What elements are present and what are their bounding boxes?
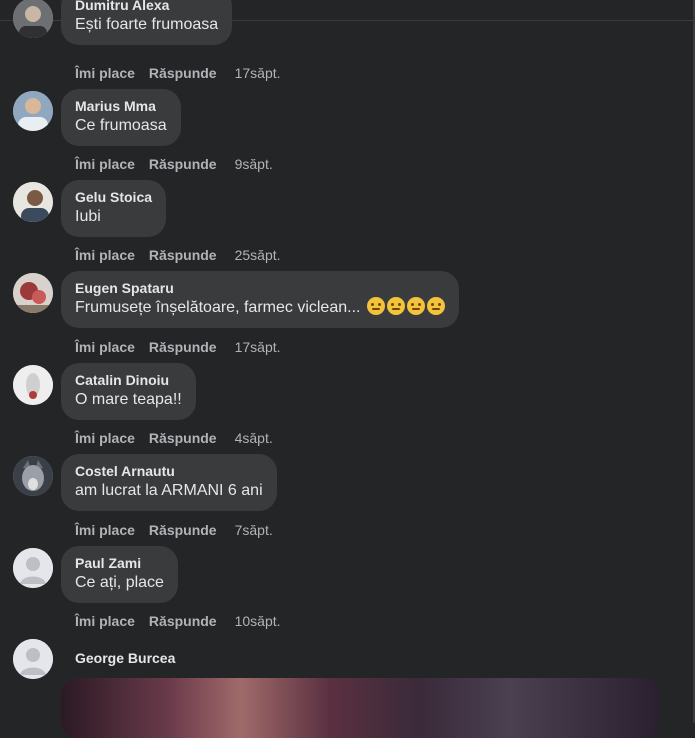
like-button[interactable]: Îmi place <box>75 430 135 446</box>
reply-button[interactable]: Răspunde <box>149 65 217 81</box>
avatar[interactable] <box>13 91 53 131</box>
like-button[interactable]: Îmi place <box>75 247 135 263</box>
comment-bubble: Paul Zami Ce ați, place <box>61 546 178 603</box>
comment-text: am lucrat la ARMANI 6 ani <box>75 482 263 499</box>
comment-bubble: Marius Mma Ce frumoasa <box>61 89 181 146</box>
comment-time[interactable]: 4săpt. <box>235 430 273 446</box>
like-button[interactable]: Îmi place <box>75 522 135 538</box>
sleepy-face-emoji <box>406 297 425 315</box>
comment-time[interactable]: 10săpt. <box>235 613 281 629</box>
comment-bubble: Eugen Spataru Frumusețe înșelătoare, far… <box>61 271 459 328</box>
like-button[interactable]: Îmi place <box>75 339 135 355</box>
reply-button[interactable]: Răspunde <box>149 339 217 355</box>
comment-actions: Îmi place Răspunde 7săpt. <box>75 521 273 539</box>
reply-button[interactable]: Răspunde <box>149 156 217 172</box>
comment-author[interactable]: Gelu Stoica <box>75 188 152 206</box>
comment-text: Ce ați, place <box>75 574 164 591</box>
comment-time[interactable]: 25săpt. <box>235 247 281 263</box>
comment-text: O mare teapa!! <box>75 391 182 408</box>
reply-button[interactable]: Răspunde <box>149 613 217 629</box>
comment-text: Iubi <box>75 208 101 225</box>
comment-actions: Îmi place Răspunde 17săpt. <box>75 64 281 82</box>
avatar[interactable] <box>13 182 53 222</box>
worried-face-emoji <box>426 297 445 315</box>
like-button[interactable]: Îmi place <box>75 156 135 172</box>
comment-text: Ești foarte frumoasa <box>75 16 219 33</box>
tired-face-emoji <box>386 297 405 315</box>
comment-actions: Îmi place Răspunde 4săpt. <box>75 429 273 447</box>
comment-time[interactable]: 7săpt. <box>235 522 273 538</box>
like-button[interactable]: Îmi place <box>75 613 135 629</box>
comment-author[interactable]: Marius Mma <box>75 97 167 115</box>
reply-button[interactable]: Răspunde <box>149 247 217 263</box>
comment-bubble: Catalin Dinoiu O mare teapa!! <box>61 363 196 420</box>
comment-bubble: Dumitru Alexa Ești foarte frumoasa <box>61 0 233 45</box>
comment-text: Frumusețe înșelătoare, farmec viclean... <box>75 297 445 319</box>
comment-actions: Îmi place Răspunde 25săpt. <box>75 246 281 264</box>
comment-image[interactable] <box>61 678 659 738</box>
comment-author[interactable]: Eugen Spataru <box>75 279 445 297</box>
comment-text-content: Frumusețe înșelătoare, farmec viclean... <box>75 299 361 316</box>
default-avatar-icon[interactable] <box>13 639 53 679</box>
avatar[interactable] <box>13 273 53 313</box>
avatar[interactable] <box>13 0 53 38</box>
comment-actions: Îmi place Răspunde 17săpt. <box>75 338 281 356</box>
like-button[interactable]: Îmi place <box>75 65 135 81</box>
comment-author[interactable]: George Burcea <box>75 649 175 667</box>
reply-button[interactable]: Răspunde <box>149 430 217 446</box>
comment-author[interactable]: Catalin Dinoiu <box>75 371 182 389</box>
comment-text: Ce frumoasa <box>75 117 167 134</box>
avatar[interactable] <box>13 456 53 496</box>
comment-actions: Îmi place Răspunde 9săpt. <box>75 155 273 173</box>
comment-author[interactable]: Costel Arnautu <box>75 462 263 480</box>
reply-button[interactable]: Răspunde <box>149 522 217 538</box>
comment-author[interactable]: Dumitru Alexa <box>75 0 218 14</box>
thinking-face-emoji <box>366 297 385 315</box>
comment-time[interactable]: 9săpt. <box>235 156 273 172</box>
comment-bubble: Gelu Stoica Iubi <box>61 180 167 237</box>
comment-time[interactable]: 17săpt. <box>235 65 281 81</box>
comment-author[interactable]: Paul Zami <box>75 554 164 572</box>
comment-actions: Îmi place Răspunde 10săpt. <box>75 612 281 630</box>
avatar[interactable] <box>13 365 53 405</box>
comment-time[interactable]: 17săpt. <box>235 339 281 355</box>
default-avatar-icon[interactable] <box>13 548 53 588</box>
comment-bubble: Costel Arnautu am lucrat la ARMANI 6 ani <box>61 454 277 511</box>
